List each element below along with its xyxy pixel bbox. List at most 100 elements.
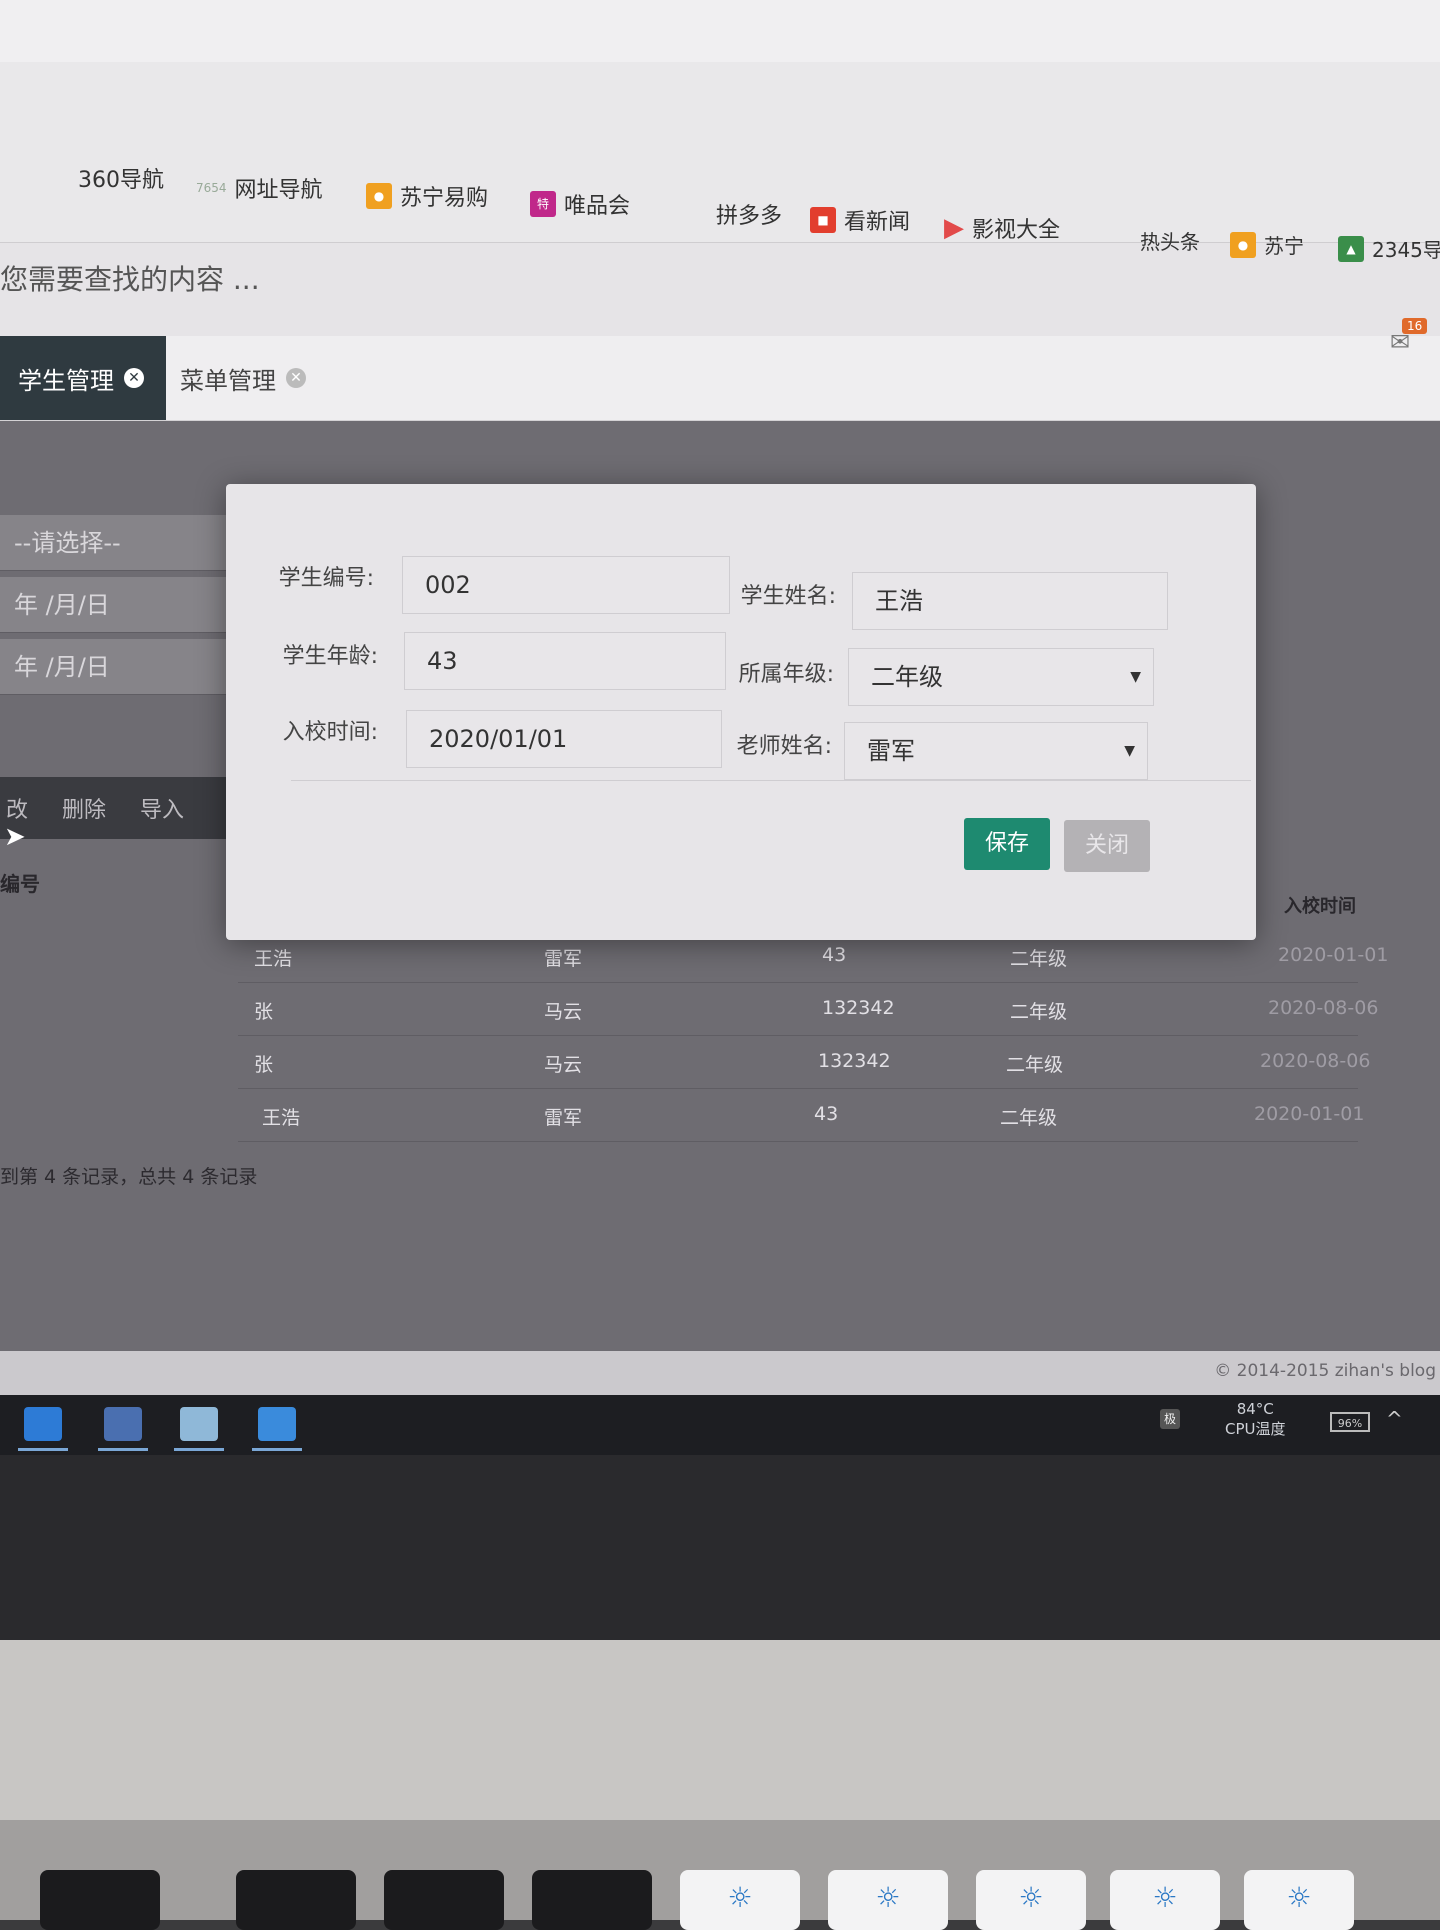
column-header-id: 编号 — [0, 872, 40, 896]
cell-name: 张 — [254, 1001, 274, 1023]
mail-badge: 16 — [1402, 318, 1428, 334]
cell-name: 王浩 — [254, 948, 293, 970]
cell-grade: 二年级 — [1010, 948, 1068, 970]
mail-icon[interactable]: ✉ 16 — [1390, 318, 1428, 356]
student-name-field[interactable]: 王浩 — [852, 572, 1168, 630]
grade-label: 所属年级: — [738, 662, 834, 687]
edit-button[interactable]: 改 — [6, 792, 28, 824]
date-to-filter[interactable]: 年 /月/日 — [0, 639, 240, 695]
grade-select-filter[interactable]: --请选择-- — [0, 515, 240, 571]
grade-select[interactable]: 二年级 ▼ — [848, 648, 1154, 706]
browser-titlebar: n — [0, 0, 1440, 110]
key-f11[interactable]: ☼ — [680, 1870, 800, 1930]
save-button[interactable]: 保存 — [964, 818, 1050, 870]
cell-teacher: 雷军 — [544, 948, 583, 970]
news-icon: ■ — [810, 207, 836, 233]
bookmark-url-nav[interactable]: 7654 网址导航 — [196, 172, 323, 204]
wps-icon[interactable] — [18, 1407, 68, 1451]
key-extra-2[interactable]: ☼ — [1244, 1870, 1354, 1930]
cpu-temperature: 84°C CPU温度 — [1225, 1400, 1286, 1438]
bookmark-suning[interactable]: ● 苏宁易购 — [366, 180, 488, 212]
play-icon: ▶ — [944, 213, 964, 243]
bookmark-pinduoduo[interactable]: 拼多多 — [716, 198, 782, 230]
cell-teacher: 雷军 — [544, 1107, 583, 1129]
chevron-up-icon[interactable]: ^ — [1386, 1407, 1403, 1431]
tabs-bar: 学生管理 ✕ 菜单管理 ✕ — [0, 336, 1440, 421]
teacher-label: 老师姓名: — [736, 734, 832, 759]
url-nav-icon: 7654 — [196, 181, 227, 195]
copyright-text: © 2014-2015 zihan's blog — [1214, 1361, 1436, 1381]
battery-icon[interactable]: 96% — [1330, 1412, 1370, 1432]
enroll-date-label: 入校时间: — [282, 720, 378, 745]
cell-date: 2020-08-06 — [1268, 997, 1379, 1019]
cell-teacher: 马云 — [544, 1054, 583, 1076]
windows-taskbar: 极 84°C CPU温度 96% ^ — [0, 1395, 1440, 1455]
table-row[interactable]: 张 马云 132342 二年级 2020-08-06 — [238, 983, 1378, 1036]
cell-age: 43 — [814, 1103, 839, 1125]
bookmarks-bar: 360导航 7654 网址导航 ● 苏宁易购 特唯品会 拼多多 ■ 看新闻 ▶ 影视大全… — [0, 62, 1440, 262]
suning-bear-icon: ● — [1230, 231, 1256, 258]
chat-icon[interactable] — [252, 1407, 302, 1451]
cell-name: 张 — [254, 1054, 274, 1076]
search-placeholder[interactable]: 您需要查找的内容 ... — [0, 258, 260, 298]
laptop-screen: n 360导航 7654网址导航 ●苏宁易购 特唯品会 拼多多 ■看新闻 ▶影视… — [0, 0, 1440, 1455]
cell-age: 43 — [822, 944, 847, 966]
caret-down-icon: ▼ — [1130, 669, 1141, 685]
vip-icon: 特 — [530, 191, 556, 217]
bookmark-news[interactable]: ■ 看新闻 — [810, 204, 910, 236]
key-prtscr[interactable]: ☼ — [976, 1870, 1086, 1930]
caret-down-icon: ▼ — [1124, 743, 1135, 759]
table-row[interactable]: 张 马云 132342 二年级 2020-08-06 — [238, 1036, 1370, 1089]
bookmark-2345[interactable]: ▲ 2345导 — [1338, 234, 1440, 263]
enroll-date-field[interactable]: 2020/01/01 — [406, 710, 722, 768]
page-footer: © 2014-2015 zihan's blog — [0, 1351, 1440, 1395]
date-from-filter[interactable]: 年 /月/日 — [0, 577, 240, 633]
pagination-info: 到第 4 条记录，总共 4 条记录 — [0, 1166, 258, 1188]
student-age-label: 学生年龄: — [282, 644, 378, 669]
close-tab-icon[interactable]: ✕ — [286, 368, 306, 388]
eclipse-icon[interactable] — [98, 1407, 148, 1451]
laptop-chassis — [0, 1640, 1440, 1820]
laptop-bezel — [0, 1455, 1440, 1640]
ime-icon[interactable]: 极 — [1160, 1409, 1180, 1429]
notepad-icon[interactable] — [174, 1407, 224, 1451]
teacher-select[interactable]: 雷军 ▼ — [844, 722, 1148, 780]
table-row[interactable]: 王浩 雷军 43 二年级 2020-01-01 — [238, 1089, 1364, 1142]
student-name-label: 学生姓名: — [740, 584, 836, 609]
key-f10[interactable] — [532, 1870, 652, 1930]
import-button[interactable]: 导入 — [140, 792, 184, 824]
cell-date: 2020-01-01 — [1254, 1103, 1365, 1125]
cell-age: 132342 — [822, 997, 895, 1019]
tab-menu-management[interactable]: 菜单管理 ✕ — [162, 336, 324, 420]
key-f9[interactable] — [384, 1870, 504, 1930]
edit-student-dialog: 学生编号: 002 学生姓名: 王浩 学生年龄: 43 所属年级: 二年级 ▼ … — [226, 484, 1256, 940]
bookmark-suning-2[interactable]: ● 苏宁 — [1230, 230, 1304, 259]
column-header-enroll-date: 入校时间 — [1284, 896, 1356, 917]
bookmark-hot[interactable]: 热头条 — [1140, 226, 1200, 255]
bookmark-360[interactable]: 360导航 — [78, 162, 164, 194]
bookmark-video[interactable]: ▶ 影视大全 — [944, 212, 1060, 244]
key-f8[interactable] — [236, 1870, 356, 1930]
student-table-body: 王浩 雷军 43 二年级 2020-01-01 张 马云 132342 二年级 … — [238, 930, 1388, 1142]
cell-grade: 二年级 — [1006, 1054, 1064, 1076]
dialog-divider — [291, 780, 1251, 781]
suning-bear-icon: ● — [366, 183, 392, 209]
key-extra[interactable]: ☼ — [1110, 1870, 1220, 1930]
student-id-field[interactable]: 002 — [402, 556, 730, 614]
mouse-cursor-icon: ➤ — [4, 822, 26, 852]
cell-grade: 二年级 — [1000, 1107, 1058, 1129]
student-id-label: 学生编号: — [278, 566, 374, 591]
student-age-field[interactable]: 43 — [404, 632, 726, 690]
close-button[interactable]: 关闭 — [1064, 820, 1150, 872]
tab-student-management[interactable]: 学生管理 ✕ — [0, 336, 166, 420]
action-toolbar: 改 删除 导入 — [0, 777, 235, 839]
close-tab-icon[interactable]: ✕ — [124, 368, 144, 388]
bookmark-vip[interactable]: 特唯品会 — [530, 188, 630, 220]
cell-name: 王浩 — [262, 1107, 301, 1129]
key-f12[interactable]: ☼ — [828, 1870, 948, 1930]
key-f7[interactable] — [40, 1870, 160, 1930]
cell-grade: 二年级 — [1010, 1001, 1068, 1023]
delete-button[interactable]: 删除 — [62, 792, 106, 824]
cell-teacher: 马云 — [544, 1001, 583, 1023]
cell-age: 132342 — [818, 1050, 891, 1072]
